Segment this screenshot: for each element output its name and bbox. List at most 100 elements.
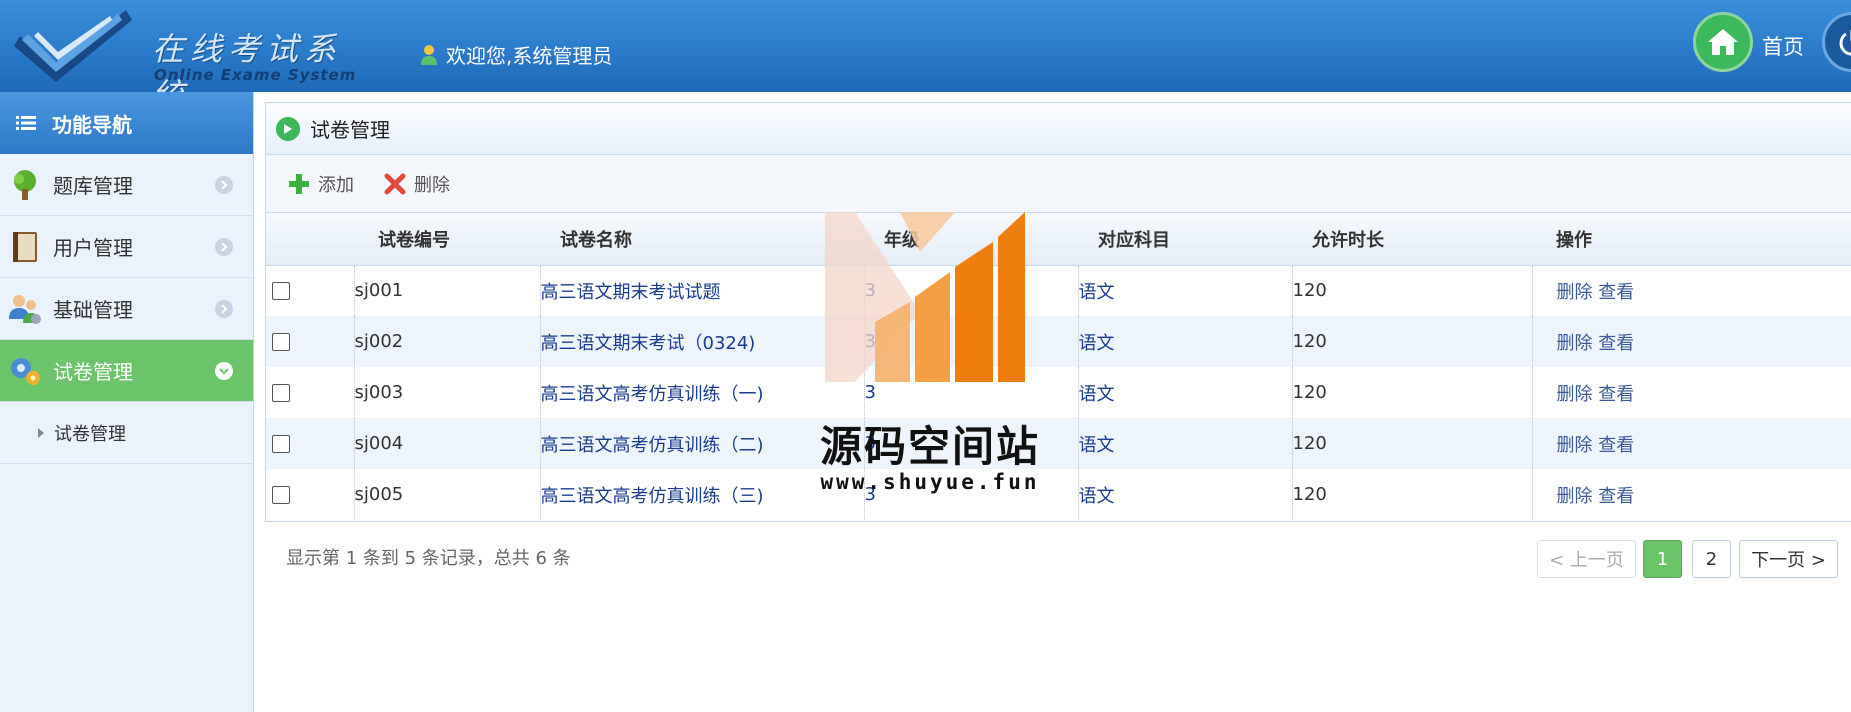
x-icon [384, 173, 406, 194]
view-row-link[interactable]: 查看 [1598, 282, 1634, 303]
sidebar-item-label: 题库管理 [53, 174, 133, 198]
power-icon [1839, 30, 1851, 56]
cell-actions: 删除 查看 [1532, 316, 1851, 367]
cell-id: sj002 [354, 316, 541, 367]
home-icon [1708, 29, 1738, 55]
header-subject: 对应科目 [1078, 213, 1292, 266]
cell-duration: 120 [1292, 316, 1533, 367]
chevron-down-icon [215, 362, 233, 380]
add-label: 添加 [318, 174, 354, 196]
main-panel: 试卷管理 添加 删除 试卷编号 试卷名称 年级 对应科目 允许时长 操作 sj0… [265, 102, 1851, 522]
users-icon [8, 292, 42, 326]
table-row: sj001 高三语文期末考试试题 3 语文 120 删除 查看 [266, 265, 1851, 316]
cell-duration: 120 [1292, 265, 1533, 316]
cell-id: sj003 [354, 367, 541, 418]
home-link[interactable]: 首页 [1762, 31, 1804, 61]
header-duration: 允许时长 [1292, 213, 1532, 266]
check-logo-icon [14, 10, 132, 82]
table-row: sj002 高三语文期末考试（0324) 3 语文 120 删除 查看 [266, 316, 1851, 367]
row-checkbox[interactable] [272, 333, 290, 351]
app-header: 在线考试系统 Online Exame System 欢迎您,系统管理员 首页 [0, 0, 1851, 114]
sidebar: 功能导航 题库管理 用户管理 基础管理 试卷管理 试卷管理 [0, 92, 254, 712]
row-checkbox[interactable] [272, 435, 290, 453]
welcome-text: 欢迎您,系统管理员 [446, 44, 613, 68]
table-row: sj004 高三语文高考仿真训练（二) 3 语文 120 删除 查看 [266, 418, 1851, 469]
pagination-info: 显示第 1 条到 5 条记录，总共 6 条 [286, 548, 571, 569]
cell-duration: 120 [1292, 418, 1533, 469]
view-row-link[interactable]: 查看 [1598, 333, 1634, 354]
cell-duration: 120 [1292, 469, 1533, 520]
user-icon [421, 44, 437, 65]
welcome-message: 欢迎您,系统管理员 [420, 40, 612, 69]
table-header-row: 试卷编号 试卷名称 年级 对应科目 允许时长 操作 [266, 213, 1851, 266]
page-2-button[interactable]: 2 [1692, 540, 1731, 578]
table-row: sj005 高三语文高考仿真训练（三) 3 语文 120 删除 查看 [266, 469, 1851, 520]
home-button[interactable] [1693, 12, 1753, 72]
cell-actions: 删除 查看 [1532, 418, 1851, 469]
add-button[interactable]: 添加 [288, 171, 354, 197]
cell-actions: 删除 查看 [1532, 367, 1851, 418]
sidebar-item-label: 用户管理 [53, 236, 133, 260]
sidebar-subitem-label: 试卷管理 [54, 423, 126, 445]
header-id: 试卷编号 [354, 213, 540, 266]
cell-subject: 语文 [1078, 418, 1293, 469]
panel-title-text: 试卷管理 [310, 118, 390, 142]
row-checkbox[interactable] [272, 282, 290, 301]
delete-button[interactable]: 删除 [384, 171, 450, 197]
delete-label: 删除 [414, 174, 450, 196]
sidebar-item-exam-papers[interactable]: 试卷管理 [0, 340, 253, 402]
chevron-right-icon [215, 300, 233, 318]
cell-subject: 语文 [1078, 469, 1293, 520]
watermark-url: www.shuyue.fun [820, 470, 1040, 494]
delete-row-link[interactable]: 删除 [1557, 384, 1593, 405]
logo-en-text: Online Exame System [154, 66, 357, 84]
cell-subject: 语文 [1078, 316, 1293, 367]
cell-subject: 语文 [1078, 367, 1293, 418]
list-icon [16, 116, 36, 130]
cell-id: sj001 [354, 265, 541, 316]
nav-title: 功能导航 [0, 92, 253, 154]
view-row-link[interactable]: 查看 [1598, 486, 1634, 507]
cell-duration: 120 [1292, 367, 1533, 418]
nav-title-text: 功能导航 [52, 112, 132, 137]
app-logo: 在线考试系统 Online Exame System [14, 6, 364, 114]
cell-actions: 删除 查看 [1532, 469, 1851, 520]
gears-icon [8, 354, 42, 388]
toolbar: 添加 删除 [266, 155, 1851, 213]
delete-row-link[interactable]: 删除 [1557, 486, 1593, 507]
cell-id: sj004 [354, 418, 541, 469]
row-checkbox[interactable] [272, 384, 290, 402]
header-checkbox-col [266, 213, 354, 266]
delete-row-link[interactable]: 删除 [1557, 282, 1593, 303]
chevron-right-icon [215, 176, 233, 194]
sidebar-item-label: 试卷管理 [53, 360, 133, 384]
next-page-button[interactable]: 下一页 > [1739, 540, 1838, 578]
sidebar-item-users[interactable]: 用户管理 [0, 216, 253, 278]
triangle-right-icon [38, 427, 44, 438]
play-icon [276, 116, 300, 141]
cell-id: sj005 [354, 469, 541, 520]
watermark-text: 源码空间站 [819, 422, 1040, 471]
book-icon [8, 230, 42, 264]
exam-table: 试卷编号 试卷名称 年级 对应科目 允许时长 操作 sj001 高三语文期末考试… [266, 213, 1851, 520]
prev-page-button[interactable]: < 上一页 [1537, 540, 1636, 578]
chevron-right-icon [215, 238, 233, 256]
logout-button[interactable] [1822, 12, 1851, 72]
tree-icon [8, 168, 42, 202]
sidebar-item-basic[interactable]: 基础管理 [0, 278, 253, 340]
row-checkbox[interactable] [272, 486, 290, 504]
sidebar-item-question-bank[interactable]: 题库管理 [0, 154, 253, 216]
sidebar-subitem-exam-papers[interactable]: 试卷管理 [0, 402, 253, 464]
sidebar-item-label: 基础管理 [53, 298, 133, 322]
header-actions: 操作 [1532, 213, 1851, 266]
view-row-link[interactable]: 查看 [1598, 435, 1634, 456]
panel-title: 试卷管理 [266, 103, 1851, 155]
delete-row-link[interactable]: 删除 [1557, 333, 1593, 354]
view-row-link[interactable]: 查看 [1598, 384, 1634, 405]
page-1-button[interactable]: 1 [1643, 540, 1682, 578]
cell-actions: 删除 查看 [1532, 265, 1851, 316]
cell-subject: 语文 [1078, 265, 1293, 316]
delete-row-link[interactable]: 删除 [1557, 435, 1593, 456]
plus-icon [289, 173, 309, 194]
table-row: sj003 高三语文高考仿真训练（一) 3 语文 120 删除 查看 [266, 367, 1851, 418]
